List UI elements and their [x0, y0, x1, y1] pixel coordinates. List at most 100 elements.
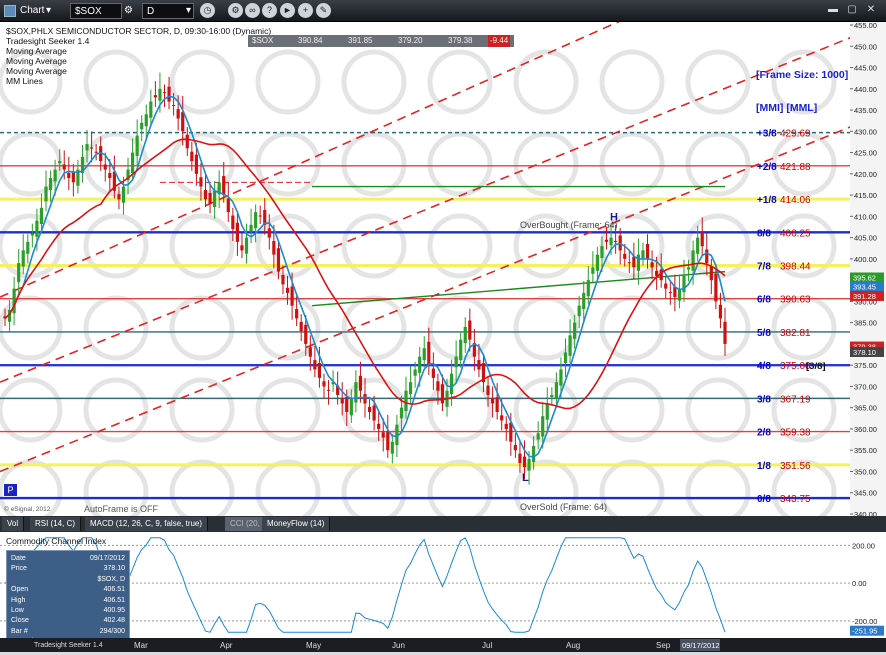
bar-body: [686, 267, 691, 270]
watermark-circle: [341, 49, 407, 115]
minimize-button[interactable]: ▬: [826, 3, 840, 17]
bar-body: [295, 309, 299, 319]
bar-body: [454, 356, 458, 368]
p-badge[interactable]: P: [4, 484, 17, 496]
mm-value-3-8: 367.19: [780, 394, 811, 405]
bar-body: [541, 416, 545, 437]
tab-macd[interactable]: MACD (12, 26, C, 9, false, true): [85, 517, 209, 531]
pen-icon[interactable]: ✎: [316, 3, 331, 18]
bar-body: [162, 92, 167, 94]
bar-body: [363, 394, 367, 404]
bar-body: [418, 356, 422, 373]
interval-dropdown-icon[interactable]: ▾: [186, 3, 191, 19]
link-icon[interactable]: ∞: [245, 3, 260, 18]
bar-body: [203, 189, 208, 200]
tab-vol[interactable]: Vol: [2, 517, 25, 531]
bar-body: [244, 237, 249, 254]
maximize-button[interactable]: ▢: [845, 3, 859, 17]
tab-moneyflow[interactable]: MoneyFlow (14): [262, 517, 331, 531]
watermark-circle: [255, 459, 321, 525]
toolbar: Chart ▾ $SOX ⚙ D ▾ ◷ ⚙ ∞ ? ► + ✎ ▬ ▢ ✕: [0, 0, 886, 22]
price-chart-pane[interactable]: +3/8 429.69 +2/8 421.88 +1/8 414.06 8/8 406.25 7…: [0, 0, 886, 525]
legend-study-4: Moving Average: [6, 66, 67, 76]
settings-icon[interactable]: ⚙: [228, 3, 243, 18]
watermark-circle: [513, 295, 579, 361]
bar-body: [495, 397, 499, 412]
bar-body: [377, 423, 381, 429]
play-icon[interactable]: ►: [280, 3, 295, 18]
bar-body: [422, 348, 426, 361]
mm-value-plus2-8: 421.88: [780, 162, 811, 173]
bar-body: [718, 304, 723, 319]
help-icon[interactable]: ?: [262, 3, 277, 18]
bar-body: [71, 171, 75, 183]
bar-body: [48, 178, 53, 190]
close-button[interactable]: ✕: [864, 3, 878, 17]
price-tick-label: 350.00: [854, 467, 877, 476]
price-axis-bg: [850, 22, 886, 516]
month-label: Apr: [220, 641, 233, 650]
cci-pane[interactable]: 200.00 0.00 -200.00 -251.95 Commodity Chann…: [0, 532, 886, 638]
bar-body: [691, 250, 695, 271]
bar-body: [281, 275, 285, 285]
mm-label-8-8: 8/8: [757, 228, 771, 239]
info-row: High 406.51: [11, 596, 125, 606]
low-marker: L: [522, 472, 529, 484]
price-tick-label: 405.00: [854, 234, 877, 243]
bar-body: [372, 405, 376, 421]
symbol-input[interactable]: $SOX: [70, 3, 122, 19]
watermark-circle: [685, 459, 751, 525]
bar-body: [249, 224, 253, 232]
bar-body: [322, 381, 326, 387]
info-key: Date: [11, 555, 26, 562]
oversold-label: OverSold (Frame: 64): [520, 502, 608, 512]
cci-axis-label: 0.00: [852, 579, 867, 588]
symbol-lookup-icon[interactable]: ⚙: [124, 3, 133, 19]
info-value: 294/300: [99, 627, 125, 635]
bar-body: [308, 347, 312, 357]
mm-value-2-8: 359.38: [780, 428, 811, 439]
info-value: 406.51: [103, 596, 125, 604]
overbought-label: OverBought (Frame: 64): [520, 220, 618, 230]
info-row: Low 400.95: [11, 606, 125, 616]
price-tick-label: 435.00: [854, 106, 877, 115]
price-tick-label: 355.00: [854, 446, 877, 455]
info-key: High: [11, 596, 26, 604]
watermark-circle: [599, 131, 665, 197]
bar-body: [167, 86, 171, 102]
mm-label-0-8: 0/8: [757, 494, 771, 505]
price-tick-label: 375.00: [854, 361, 877, 370]
mm-value-5-8: 382.81: [780, 328, 811, 339]
legend-study-1: Tradesight Seeker 1.4: [6, 36, 90, 46]
menu-arrow-icon[interactable]: ▾: [46, 3, 51, 19]
tab-rsi[interactable]: RSI (14, C): [30, 517, 82, 531]
bar-body: [586, 280, 590, 297]
price-tick-label: 360.00: [854, 425, 877, 434]
bar-body: [276, 248, 281, 272]
bar-body: [290, 286, 294, 306]
mm-label-2-8: 2/8: [757, 428, 771, 439]
bar-body: [254, 212, 258, 229]
bar-body: [554, 382, 558, 399]
bar-body: [21, 250, 25, 267]
bar-body: [600, 246, 604, 259]
bar-body: [714, 273, 718, 302]
bar-body: [459, 339, 463, 361]
bar-body: [650, 262, 654, 268]
copyright-label: © eSignal, 2012: [4, 506, 51, 513]
info-row: Open 406.51: [11, 585, 125, 595]
bar-body: [285, 287, 290, 293]
price-tick-label: 415.00: [854, 191, 877, 200]
bar-body: [463, 326, 467, 344]
refresh-icon[interactable]: ◷: [200, 3, 215, 18]
price-tick-label: 365.00: [854, 404, 877, 413]
bar-body: [614, 241, 618, 243]
bar-body: [240, 245, 244, 251]
price-tag-label: 391.28: [853, 292, 876, 301]
cci-title: Commodity Channel Index: [6, 536, 107, 546]
bar-body: [44, 186, 48, 202]
info-key: Price: [11, 565, 27, 573]
bar-body: [213, 190, 217, 207]
add-icon[interactable]: +: [298, 3, 313, 18]
bar-body: [604, 239, 609, 242]
